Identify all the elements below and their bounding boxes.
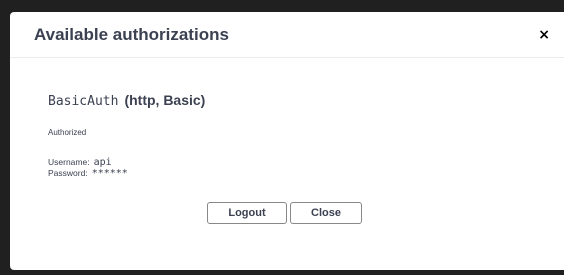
username-value: api	[93, 157, 112, 168]
password-row: Password: ******	[48, 168, 564, 179]
close-button[interactable]: Close	[290, 202, 362, 224]
username-label: Username:	[48, 157, 90, 167]
username-row: Username: api	[48, 157, 564, 168]
modal-header: Available authorizations ×	[10, 12, 564, 58]
auth-status: Authorized	[48, 128, 87, 137]
password-label: Password:	[48, 168, 88, 178]
password-value: ******	[91, 168, 128, 179]
modal-body: BasicAuth (http, Basic) Authorized Usern…	[10, 92, 564, 179]
auth-scheme-type: (http, Basic)	[124, 92, 206, 108]
modal-actions: Logout Close	[207, 202, 362, 224]
auth-scheme-name: BasicAuth	[48, 94, 119, 109]
modal-title: Available authorizations	[34, 24, 229, 44]
close-icon[interactable]: ×	[536, 26, 552, 44]
authorizations-modal: Available authorizations × BasicAuth (ht…	[10, 12, 564, 270]
logout-button[interactable]: Logout	[207, 202, 287, 224]
auth-scheme-heading: BasicAuth (http, Basic)	[48, 92, 564, 109]
